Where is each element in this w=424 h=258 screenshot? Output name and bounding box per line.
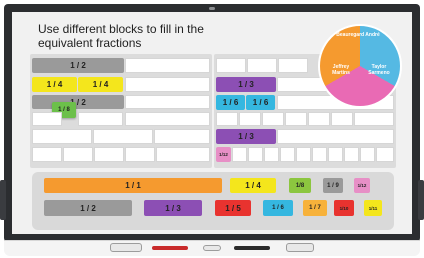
pen-black[interactable] — [234, 246, 270, 250]
empty-slot[interactable] — [344, 147, 359, 162]
palette-block-one-fifth[interactable]: 1 / 5 — [215, 200, 251, 216]
block-label: 1 / 1 — [125, 181, 141, 190]
empty-slot[interactable] — [232, 147, 247, 162]
empty-slot[interactable] — [354, 112, 394, 126]
palette-block-one-half[interactable]: 1 / 2 — [44, 200, 132, 216]
empty-slot[interactable] — [125, 58, 210, 73]
block-one-twelfth[interactable]: 1/12 — [216, 147, 231, 162]
block-one-sixth[interactable]: 1 / 6 — [216, 95, 245, 110]
lesson-title: Use different blocks to fill in the equi… — [38, 22, 204, 50]
block-one-sixth[interactable]: 1 / 6 — [246, 95, 275, 110]
spinner-name-2: Jeffrey Martins — [332, 64, 350, 76]
block-label: 1 / 3 — [165, 203, 181, 213]
empty-slot[interactable] — [125, 112, 210, 126]
empty-slot[interactable] — [154, 129, 210, 144]
side-handle-right — [418, 180, 424, 220]
palette-block-one-sixth[interactable]: 1 / 6 — [263, 200, 293, 216]
block-label: 1 / 3 — [238, 80, 254, 89]
block-label: 1 / 3 — [238, 132, 254, 141]
block-label: 1/10 — [339, 205, 349, 211]
empty-slot[interactable] — [32, 147, 62, 162]
empty-slot[interactable] — [32, 112, 62, 126]
block-label: 1 / 6 — [222, 98, 239, 107]
empty-slot[interactable] — [216, 58, 246, 73]
palette-block-one-seventh[interactable]: 1 / 7 — [303, 200, 327, 216]
block-label: 1 / 2 — [70, 61, 86, 70]
empty-slot[interactable] — [32, 129, 92, 144]
block-label: 1 / 4 — [92, 80, 109, 89]
side-handle-left — [0, 180, 6, 220]
spinner-name-1: Beauregard André — [336, 32, 380, 38]
block-label: 1 / 5 — [225, 203, 241, 213]
palette-block-one-ninth[interactable]: 1 / 9 — [323, 178, 343, 193]
empty-slot[interactable] — [239, 112, 261, 126]
empty-slot[interactable] — [156, 147, 210, 162]
block-label: 1/8 — [295, 182, 305, 189]
empty-slot[interactable] — [376, 147, 394, 162]
empty-slot[interactable] — [125, 77, 210, 92]
block-one-quarter[interactable]: 1 / 4 — [78, 77, 123, 92]
palette-block-one-third[interactable]: 1 / 3 — [144, 200, 202, 216]
palette-block-one-quarter[interactable]: 1 / 4 — [230, 178, 276, 193]
empty-slot[interactable] — [78, 112, 123, 126]
empty-slot[interactable] — [262, 112, 284, 126]
pen-slot-left[interactable] — [110, 243, 142, 252]
block-label: 1/12 — [219, 152, 228, 157]
empty-slot[interactable] — [312, 147, 327, 162]
empty-slot[interactable] — [285, 112, 307, 126]
home-button[interactable] — [203, 245, 221, 251]
empty-slot[interactable] — [331, 112, 353, 126]
empty-slot[interactable] — [63, 147, 93, 162]
empty-slot[interactable] — [93, 129, 153, 144]
block-label: 1 / 4 — [46, 80, 63, 89]
block-label: 1 / 2 — [80, 203, 96, 213]
palette-block-one-eighth[interactable]: 1/8 — [289, 178, 311, 193]
empty-slot[interactable] — [278, 58, 308, 73]
block-one-third[interactable]: 1 / 3 — [216, 77, 276, 92]
palette-block-one-twelfth[interactable]: 1/12 — [354, 178, 370, 193]
block-label: 1/12 — [357, 183, 367, 188]
empty-slot[interactable] — [247, 58, 277, 73]
empty-slot[interactable] — [328, 147, 343, 162]
block-one-quarter[interactable]: 1 / 4 — [32, 77, 77, 92]
block-one-half[interactable]: 1 / 2 — [32, 58, 124, 73]
block-label: 1 / 9 — [327, 182, 339, 189]
empty-slot[interactable] — [216, 112, 238, 126]
camera-icon — [209, 7, 215, 10]
empty-slot[interactable] — [264, 147, 279, 162]
block-one-half-partial[interactable]: 1 / 2 — [32, 95, 124, 109]
empty-slot[interactable] — [280, 147, 295, 162]
eraser-slot[interactable] — [286, 243, 314, 252]
block-label: 1 / 6 — [252, 98, 269, 107]
palette-block-one-whole[interactable]: 1 / 1 — [44, 178, 222, 193]
block-label: 1 / 7 — [309, 205, 321, 211]
spinner-name-3: Taylor Sarmeno — [368, 64, 390, 76]
empty-slot[interactable] — [360, 147, 375, 162]
empty-slot[interactable] — [308, 112, 330, 126]
empty-slot[interactable] — [94, 147, 124, 162]
empty-slot[interactable] — [277, 129, 394, 144]
empty-slot[interactable] — [296, 147, 311, 162]
empty-slot[interactable] — [248, 147, 263, 162]
block-label: 1 / 4 — [245, 181, 261, 190]
palette-block-one-tenth[interactable]: 1/10 — [334, 200, 354, 216]
palette-block-one-eleventh[interactable]: 1/11 — [364, 200, 382, 216]
block-one-third[interactable]: 1 / 3 — [216, 129, 276, 144]
block-label: 1/11 — [368, 205, 378, 211]
pen-red[interactable] — [152, 246, 188, 250]
empty-slot[interactable] — [125, 95, 210, 109]
block-label: 1 / 6 — [272, 205, 284, 211]
empty-slot[interactable] — [125, 147, 155, 162]
